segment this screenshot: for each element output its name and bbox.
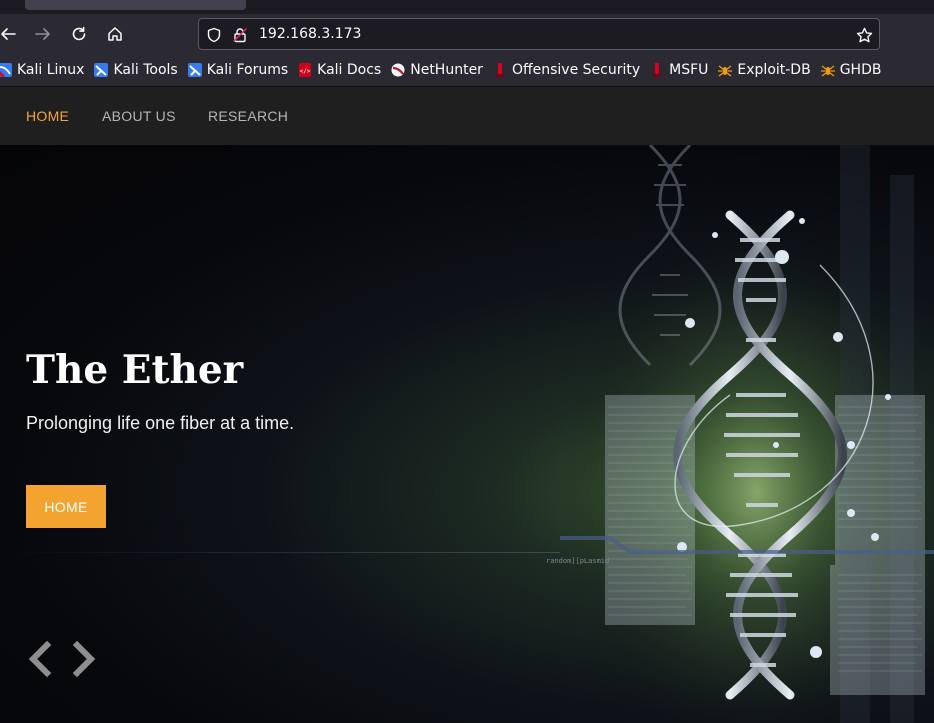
svg-text:</>: </>	[300, 68, 311, 75]
hero-divider-line	[0, 552, 560, 553]
shield-icon[interactable]	[205, 26, 223, 44]
bookmark-label: Kali Forums	[206, 62, 289, 78]
bookmark-kali-docs[interactable]: </> Kali Docs	[298, 62, 381, 78]
bookmark-msfu[interactable]: MSFU	[650, 62, 708, 78]
bookmark-label: Offensive Security	[511, 62, 641, 78]
tab-strip	[0, 0, 934, 14]
browser-tab[interactable]	[25, 0, 246, 10]
bookmark-kali-linux[interactable]: Kali Linux	[0, 62, 84, 78]
bookmark-label: Exploit-DB	[737, 62, 811, 78]
kali-forums-icon	[187, 63, 202, 77]
exploit-db-icon	[718, 65, 733, 77]
kali-linux-icon	[0, 63, 12, 77]
bookmark-star-icon[interactable]	[855, 26, 873, 44]
insecure-lock-icon[interactable]	[231, 26, 249, 44]
bookmark-label: MSFU	[669, 62, 709, 78]
hero-home-button[interactable]: HOME	[26, 485, 106, 528]
slider-next-chevron-icon[interactable]	[69, 639, 99, 679]
site-navbar: HOME ABOUT US RESEARCH	[0, 86, 934, 145]
bookmark-label: Kali Linux	[17, 62, 85, 78]
ghdb-icon	[820, 65, 835, 77]
bookmark-exploit-db[interactable]: Exploit-DB	[718, 62, 811, 78]
bookmark-nethunter[interactable]: NetHunter	[391, 62, 483, 78]
bookmark-label: Kali Tools	[113, 62, 178, 78]
reload-icon[interactable]	[67, 22, 91, 46]
kali-docs-icon: </>	[299, 63, 312, 77]
art-caption-text: random][pLasmid	[546, 557, 609, 565]
hero-slider: random][pLasmid The Ether Prolonging lif…	[0, 145, 934, 723]
dna-helix-image: random][pLasmid	[540, 145, 934, 723]
bookmark-kali-forums[interactable]: Kali Forums	[187, 62, 289, 78]
nav-about-us-link[interactable]: ABOUT US	[102, 108, 176, 124]
back-arrow-icon[interactable]	[0, 22, 20, 46]
offsec-icon	[495, 63, 504, 77]
browser-toolbar: 192.168.3.173	[0, 14, 934, 54]
forward-arrow-icon[interactable]	[31, 22, 55, 46]
hero-subtitle: Prolonging life one fiber at a time.	[26, 413, 295, 433]
bookmark-label: Kali Docs	[317, 62, 382, 78]
nav-research-link[interactable]: RESEARCH	[208, 108, 288, 124]
bookmarks-toolbar: Kali Linux Kali Tools Kali Forums </> Ka…	[0, 54, 934, 86]
bookmark-offensive-security[interactable]: Offensive Security	[493, 62, 640, 78]
hero-title: The Ether	[26, 347, 244, 393]
url-text[interactable]: 192.168.3.173	[259, 26, 361, 42]
msfu-icon	[653, 63, 662, 77]
home-icon[interactable]	[103, 22, 127, 46]
bookmark-kali-tools[interactable]: Kali Tools	[94, 62, 178, 78]
nav-home-link[interactable]: HOME	[26, 108, 69, 124]
bookmark-ghdb[interactable]: GHDB	[820, 62, 882, 78]
bookmark-label: GHDB	[839, 62, 882, 78]
slider-prev-chevron-icon[interactable]	[25, 639, 55, 679]
address-bar[interactable]: 192.168.3.173	[198, 18, 880, 50]
kali-tools-icon	[94, 63, 109, 77]
nethunter-icon	[391, 63, 405, 77]
bookmark-label: NetHunter	[410, 62, 483, 78]
